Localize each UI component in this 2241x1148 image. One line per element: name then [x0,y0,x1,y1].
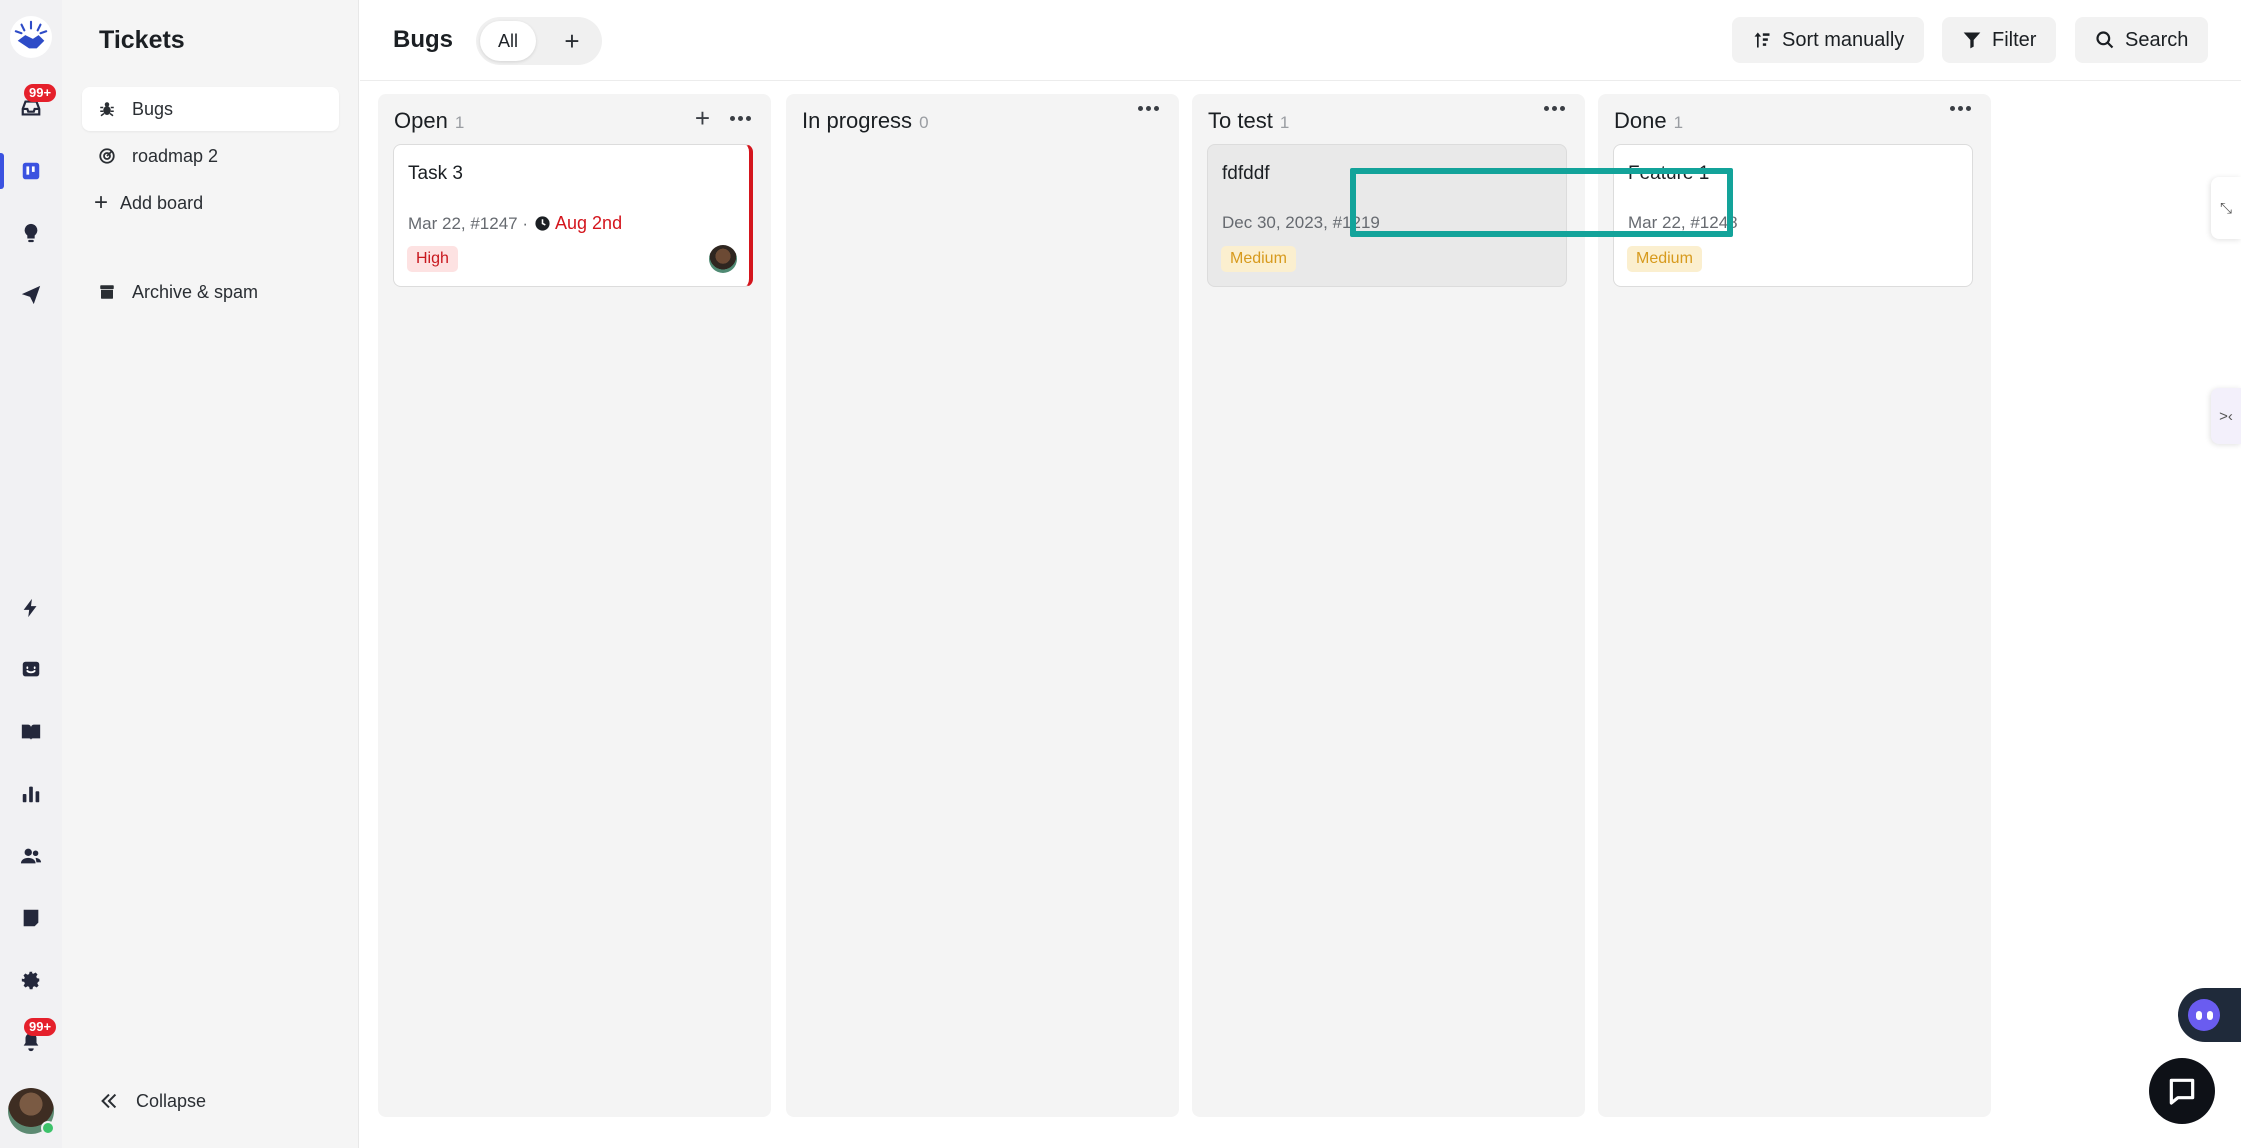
book-icon[interactable] [0,710,62,754]
gear-icon[interactable] [0,958,62,1002]
view-all-tab[interactable]: All [480,21,536,61]
chart-icon[interactable] [0,772,62,816]
view-switcher: All + [476,17,602,65]
column-open: Open 1 + Task 3 Mar 22, #1247 · Aug 2nd … [378,94,771,1117]
filter-icon [1963,32,1981,49]
icon-rail: 99+ 99+ [0,0,62,1148]
sidebar-item-bugs[interactable]: Bugs [82,87,339,131]
bug-icon [100,102,114,117]
column-in-progress: In progress 0 [786,94,1179,1117]
priority-tag: High [407,246,458,272]
online-status-dot [41,1121,55,1135]
survey-icon[interactable] [0,896,62,940]
top-bar: Bugs All + Sort manually Filter Search [360,0,2241,81]
priority-tag: Medium [1627,246,1702,272]
card-title: Task 3 [408,163,463,184]
column-header: Done 1 [1614,108,1683,134]
add-board-label: Add board [120,192,204,213]
column-title: In progress [802,108,913,133]
logo-icon[interactable] [10,16,52,58]
assistant-face-icon [2188,999,2220,1031]
page-title: Bugs [393,26,453,53]
add-board-button[interactable]: + Add board [82,181,339,225]
plus-icon: + [94,189,109,216]
column-title: To test [1208,108,1273,133]
sidebar-title: Tickets [99,26,185,54]
chat-smile-icon[interactable] [0,648,62,692]
sidebar-item-roadmap-2[interactable]: roadmap 2 [82,134,339,178]
drag-highlight-box [1350,168,1733,237]
column-done: Done 1 Feature 1 Mar 22, #1248 Medium [1598,94,1991,1117]
filter-label: Filter [1992,28,2037,51]
sort-manually-button[interactable]: Sort manually [1732,17,1925,63]
card-meta: Mar 22, #1247 · Aug 2nd [408,213,622,234]
sidebar-item-label: Bugs [132,98,174,119]
assignee-avatar [709,245,737,273]
column-menu-button[interactable] [1544,106,1565,111]
notifications-badge: 99+ [24,1018,57,1036]
sidebar-item-label: roadmap 2 [132,145,219,166]
lightning-icon[interactable] [0,586,62,630]
send-icon[interactable] [0,273,62,317]
target-icon [99,148,115,164]
column-menu-button[interactable] [730,115,751,121]
add-view-button[interactable]: + [556,25,588,57]
inbox-badge: 99+ [24,84,57,102]
ideas-icon[interactable] [0,211,62,255]
priority-tag: Medium [1221,246,1296,272]
column-title: Done [1614,108,1667,133]
column-count: 1 [1279,113,1290,132]
card-date-id: Mar 22, #1247 · [408,213,529,233]
archive-spam-link[interactable]: Archive & spam [82,270,339,314]
card-title: fdfddf [1222,163,1270,184]
sort-icon [1754,32,1770,48]
search-label: Search [2125,28,2189,51]
column-header: To test 1 [1208,108,1289,134]
due-date-label: Aug 2nd [555,213,623,233]
column-count: 1 [1673,113,1684,132]
filter-button[interactable]: Filter [1942,17,2057,63]
clock-icon [535,216,550,231]
board-icon[interactable] [0,149,62,193]
people-icon[interactable] [0,834,62,878]
chat-bubble-icon [2169,1078,2195,1105]
search-button[interactable]: Search [2075,17,2209,63]
assistant-widget-button[interactable] [2178,988,2241,1042]
column-title: Open [394,108,448,133]
collapse-button[interactable]: Collapse [98,1090,206,1112]
card-due-date: Aug 2nd [534,213,622,234]
column-menu-button[interactable] [1138,106,1159,111]
search-icon [2096,31,2114,49]
collapse-panel-icon[interactable]: >‹ [2211,388,2241,444]
column-count: 0 [919,113,929,132]
add-card-button[interactable]: + [695,105,710,131]
chat-launcher-button[interactable] [2149,1058,2215,1124]
collapse-label: Collapse [136,1090,207,1111]
sort-label: Sort manually [1782,28,1905,51]
archive-icon [100,285,114,299]
column-header: Open 1 [394,108,464,134]
side-panel-toggle-icon[interactable]: ⤡ [2211,177,2241,239]
sidebar: Tickets Bugs roadmap 2 + Add board Archi… [62,0,359,1148]
archive-label: Archive & spam [132,281,259,302]
column-count: 1 [454,113,465,132]
column-menu-button[interactable] [1950,106,1971,111]
column-to-test: To test 1 fdfddf Dec 30, 2023, #1219 Med… [1192,94,1585,1117]
double-chevron-left-icon [101,1093,117,1109]
ticket-card[interactable]: Task 3 Mar 22, #1247 · Aug 2nd High [393,144,753,287]
column-header: In progress 0 [802,108,929,134]
